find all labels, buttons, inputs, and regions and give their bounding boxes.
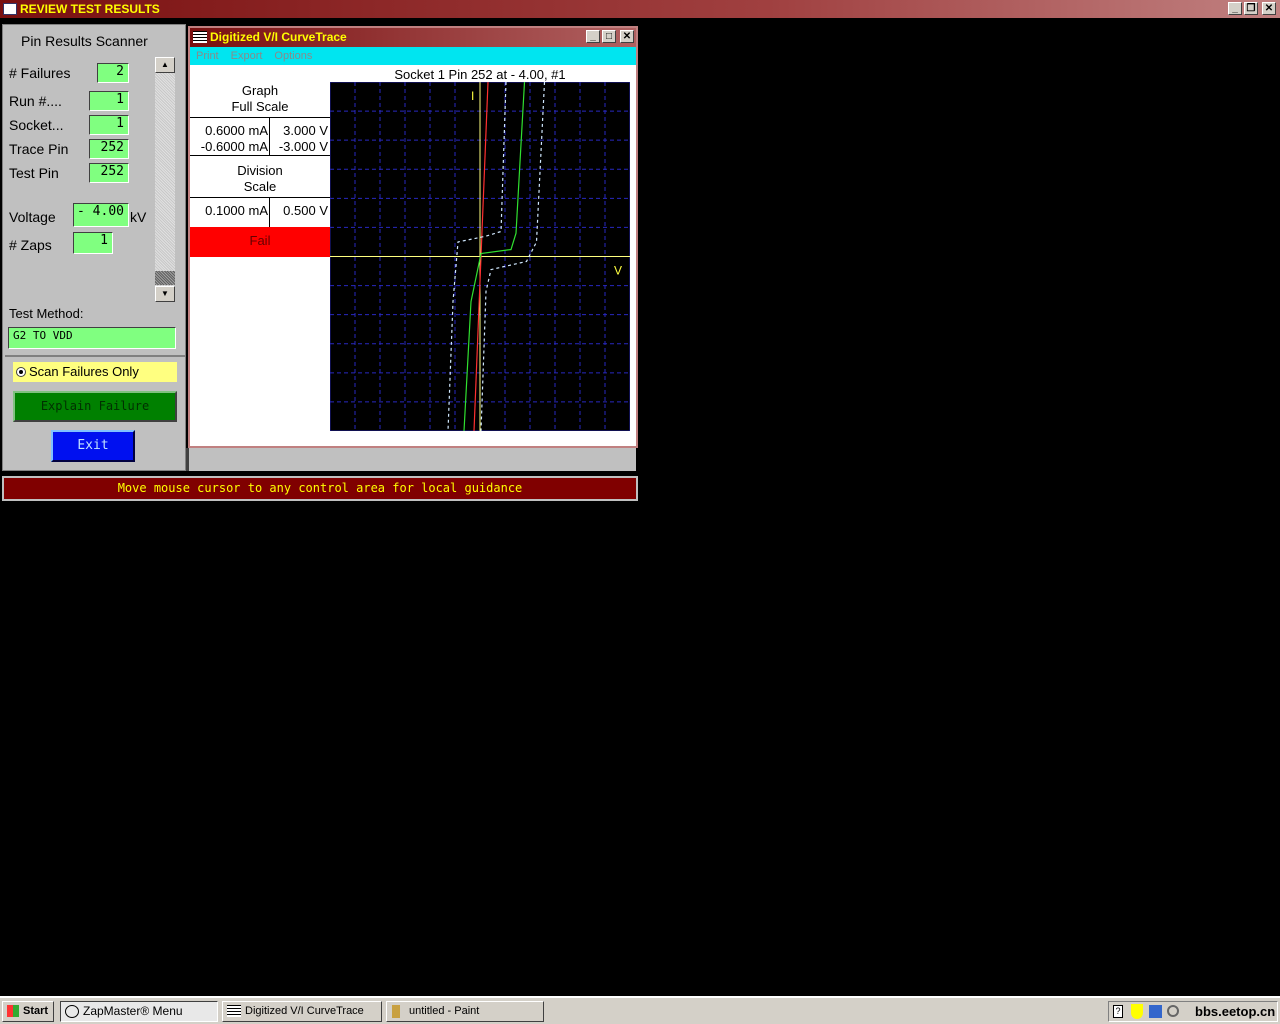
zapmaster-icon [65, 1005, 79, 1018]
i-division: 0.1000 mA [205, 203, 268, 218]
test-method-field: G2 TO VDD [8, 327, 176, 349]
volume-icon[interactable] [1167, 1005, 1179, 1017]
result-badge: Fail [190, 227, 330, 257]
shield-icon[interactable] [1131, 1004, 1143, 1019]
scan-failures-only-radio[interactable]: Scan Failures Only [13, 362, 177, 382]
task-label: untitled - Paint [409, 1005, 480, 1017]
help-icon[interactable]: ? [1113, 1005, 1123, 1018]
division-scale-label: Division [237, 163, 283, 178]
system-tray: ? bbs.eetop.cn [1108, 1001, 1278, 1022]
full-scale-label-2: Full Scale [231, 99, 289, 114]
menu-print[interactable]: Print [196, 50, 219, 62]
socket-label: Socket... [9, 117, 64, 133]
test-pin-label: Test Pin [9, 165, 59, 181]
graph-title: Socket 1 Pin 252 at - 4.00, #1 [394, 67, 566, 82]
panel-background [186, 448, 636, 471]
division-scale-label-2: Scale [243, 179, 277, 194]
run-label: Run #.... [9, 93, 62, 109]
voltage-label: Voltage [9, 209, 56, 225]
scale-table: Graph Full Scale 0.6000 mA -0.6000 mA 3.… [190, 81, 330, 258]
taskbar: Start ZapMaster® Menu Digitized V/I Curv… [0, 996, 1280, 1024]
task-paint[interactable]: untitled - Paint [386, 1001, 544, 1022]
divider [5, 355, 185, 357]
task-zapmaster[interactable]: ZapMaster® Menu [60, 1001, 218, 1022]
app-title: REVIEW TEST RESULTS [20, 2, 160, 16]
voltage-unit: kV [130, 209, 147, 225]
explain-failure-button[interactable]: Explain Failure [13, 391, 177, 422]
run-field[interactable]: 1 [89, 91, 129, 111]
network-icon[interactable] [1149, 1005, 1162, 1018]
pin-results-scanner: Pin Results Scanner # Failures 2 Run #..… [2, 24, 186, 471]
task-curvetrace[interactable]: Digitized V/I CurveTrace [222, 1001, 382, 1022]
scan-failures-only-label: Scan Failures Only [29, 364, 139, 379]
full-scale-label: Graph [241, 83, 279, 98]
scanner-title: Pin Results Scanner [21, 33, 148, 49]
failures-label: # Failures [9, 65, 71, 81]
task-label: Digitized V/I CurveTrace [245, 1005, 364, 1017]
exit-button[interactable]: Exit [51, 430, 135, 462]
i-max: 0.6000 mA [205, 123, 268, 138]
menu-bar: Print Export Options [190, 47, 636, 65]
axis-label-i: I [471, 89, 474, 103]
scroll-thumb[interactable] [155, 271, 175, 285]
curvetrace-icon [227, 1005, 241, 1017]
voltage-field: - 4.00 [73, 203, 129, 227]
zaps-field: 1 [73, 232, 113, 254]
v-division: 0.500 V [283, 203, 328, 218]
task-label: ZapMaster® Menu [83, 1004, 183, 1018]
restore-button[interactable]: ❐ [1244, 2, 1258, 15]
failures-field: 2 [97, 63, 129, 83]
app-title-bar: REVIEW TEST RESULTS _ ❐ ✕ [0, 0, 1280, 18]
paint-icon [392, 1005, 400, 1018]
window-icon [193, 31, 207, 43]
close-button[interactable]: ✕ [1262, 2, 1276, 15]
curve-window-title: Digitized V/I CurveTrace [210, 30, 347, 44]
test-pin-field: 252 [89, 163, 129, 183]
socket-field[interactable]: 1 [89, 115, 129, 135]
scrollbar[interactable]: ▲ ▼ [155, 57, 175, 302]
menu-export[interactable]: Export [231, 50, 263, 62]
tray-watermark: bbs.eetop.cn [1195, 1004, 1276, 1019]
scroll-down-button[interactable]: ▼ [155, 286, 175, 302]
curve-maximize-button[interactable]: □ [602, 30, 616, 43]
radio-selected-icon [16, 367, 26, 377]
zaps-label: # Zaps [9, 237, 52, 253]
axis-label-v: V [614, 264, 622, 278]
test-method-label: Test Method: [9, 306, 84, 321]
minimize-button[interactable]: _ [1228, 2, 1242, 15]
status-bar: Move mouse cursor to any control area fo… [2, 476, 638, 501]
v-min: -3.000 V [278, 139, 328, 154]
windows-logo-icon [7, 1005, 19, 1017]
start-button[interactable]: Start [2, 1001, 54, 1022]
curve-window-title-bar: Digitized V/I CurveTrace _ □ ✕ [190, 28, 636, 47]
trace-pin-field[interactable]: 252 [89, 139, 129, 159]
v-max: 3.000 V [283, 123, 328, 138]
menu-options[interactable]: Options [274, 50, 312, 62]
scroll-up-button[interactable]: ▲ [155, 57, 175, 73]
i-min: -0.6000 mA [200, 139, 268, 154]
curve-minimize-button[interactable]: _ [586, 30, 600, 43]
app-icon [3, 3, 17, 15]
curve-close-button[interactable]: ✕ [620, 30, 634, 43]
vi-curve-plot: IV [330, 82, 630, 431]
start-label: Start [23, 1005, 49, 1017]
curve-trace-window: Digitized V/I CurveTrace _ □ ✕ Print Expo… [188, 26, 638, 448]
trace-pin-label: Trace Pin [9, 141, 69, 157]
